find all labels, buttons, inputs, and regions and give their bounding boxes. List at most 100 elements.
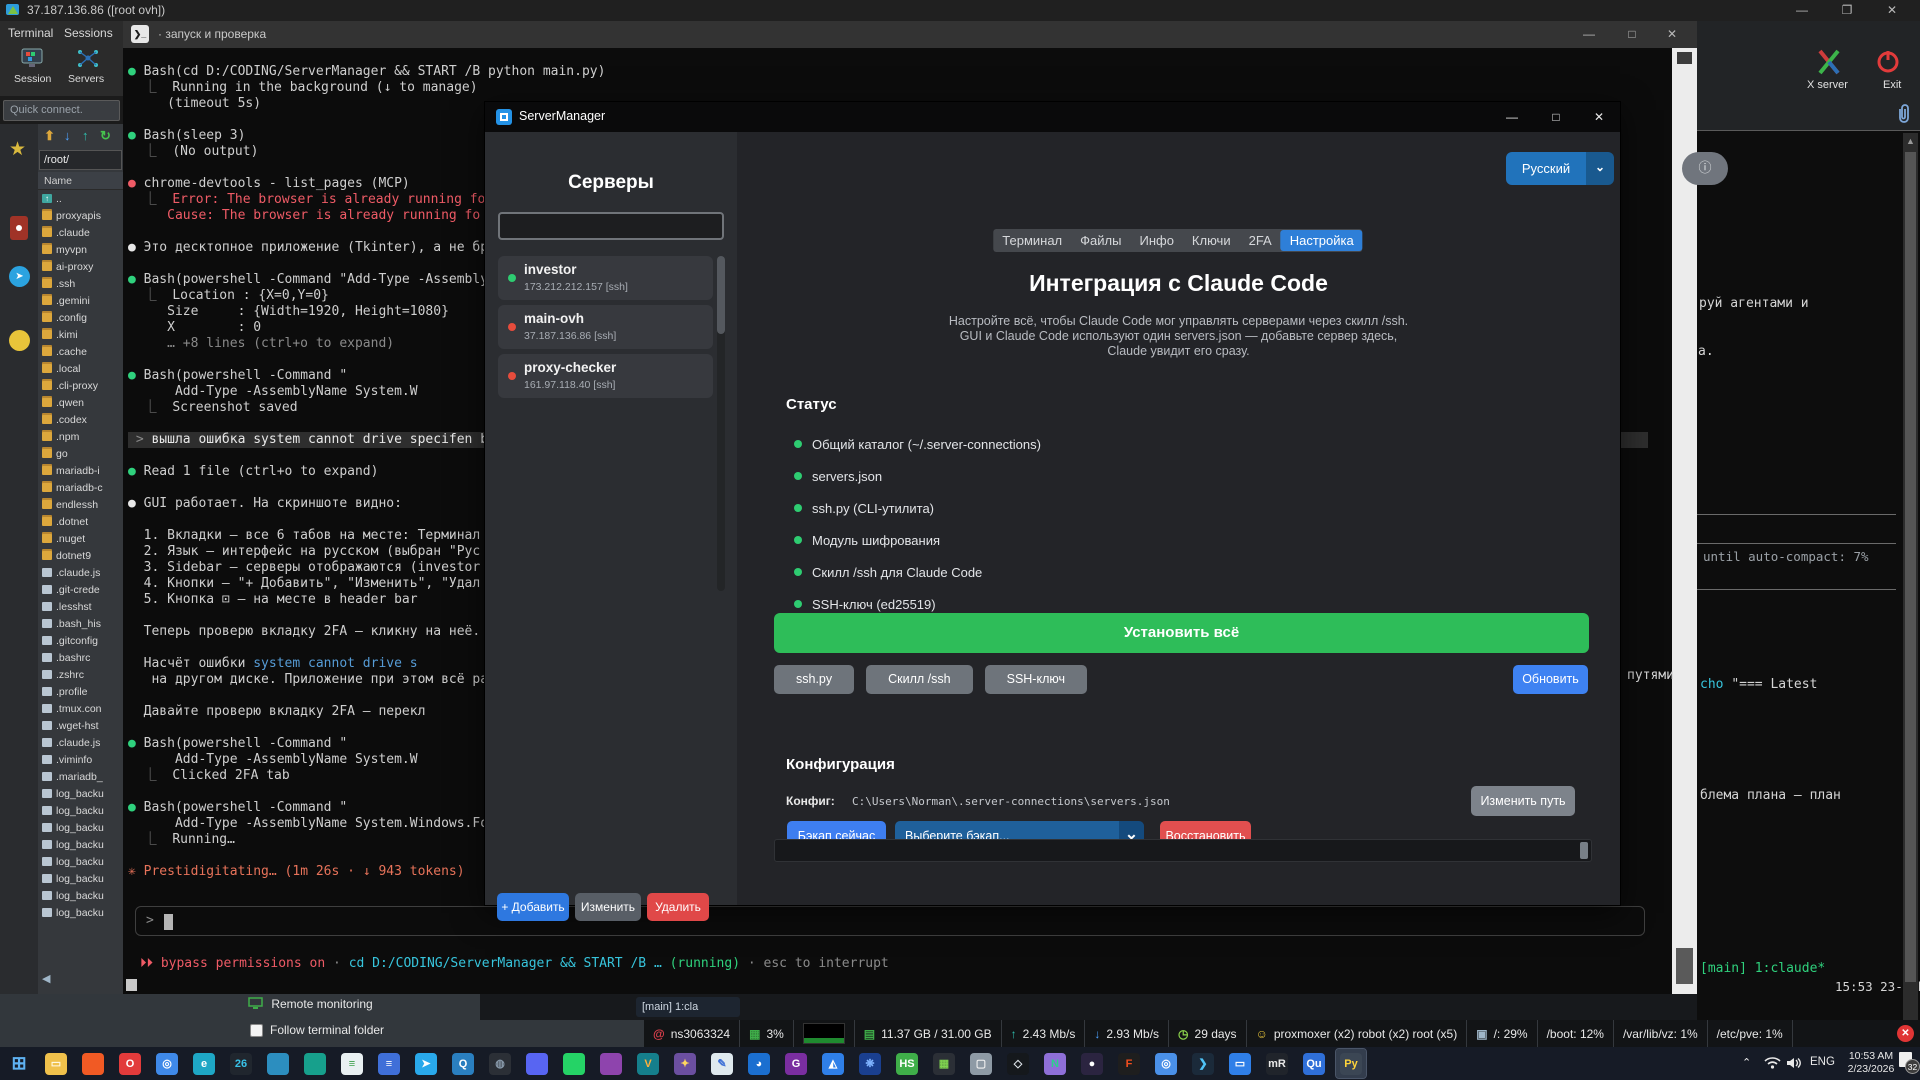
delete-server-button[interactable]: Удалить [647,893,709,921]
taskbar-icon-unity[interactable]: ◇ [1003,1049,1033,1078]
file-row[interactable]: log_backu [38,870,123,887]
taskbar-icon-photos[interactable]: ◭ [818,1049,848,1078]
taskbar-icon-android-studio[interactable] [300,1049,330,1078]
file-row[interactable]: .ssh [38,275,123,292]
speaker-icon[interactable] [1786,1056,1803,1070]
exit-power-icon[interactable] [1875,48,1901,74]
monitor-close-icon[interactable]: ✕ [1897,1025,1914,1042]
x-server-label[interactable]: X server [1807,79,1848,91]
taskbar-icon-telegram[interactable]: ➤ [411,1049,441,1078]
file-row[interactable]: .zshrc [38,666,123,683]
tools-knife-icon[interactable] [10,216,28,240]
favorites-star-icon[interactable]: ★ [9,138,26,161]
file-row[interactable]: .dotnet [38,513,123,530]
taskbar-icon-mremoteng[interactable]: mR [1262,1049,1292,1078]
taskbar-icon-file-explorer[interactable]: ▭ [41,1049,71,1078]
sm-maximize-icon[interactable]: □ [1541,107,1571,127]
taskbar-icon-chromium[interactable]: ◎ [1151,1049,1181,1078]
file-row[interactable]: .claude.js [38,564,123,581]
file-row[interactable]: myvpn [38,241,123,258]
scrollbar-thumb[interactable] [1676,948,1693,984]
file-row[interactable]: .profile [38,683,123,700]
taskbar-icon-brave-browser[interactable] [78,1049,108,1078]
taskbar-icon-figma[interactable]: F [1114,1049,1144,1078]
taskbar-icon-greenshot[interactable]: ▦ [929,1049,959,1078]
component-button-SSH-ключ[interactable]: SSH-ключ [984,665,1087,694]
language-indicator[interactable]: ENG [1810,1056,1835,1068]
file-row[interactable]: log_backu [38,836,123,853]
scroll-up-icon[interactable]: ▲ [1906,136,1915,146]
terminal-input-box[interactable]: > [135,906,1645,936]
close-icon[interactable]: ✕ [1878,0,1906,21]
file-row[interactable]: log_backu [38,785,123,802]
tab-Ключи[interactable]: Ключи [1183,230,1240,251]
quick-connect-input[interactable]: Quick connect. [3,100,120,121]
notification-center-icon[interactable]: 32 [1899,1052,1920,1074]
wifi-icon[interactable] [1764,1056,1781,1070]
minimize-icon[interactable]: — [1788,0,1816,21]
language-select[interactable]: Русский [1506,152,1586,185]
session-icon[interactable] [20,48,44,70]
tray-chevron-icon[interactable]: ⌃ [1742,1056,1751,1069]
file-row[interactable]: .viminfo [38,751,123,768]
taskbar-icon-onenote[interactable]: ≡ [374,1049,404,1078]
file-row[interactable]: .bash_his [38,615,123,632]
file-row[interactable]: .npm [38,428,123,445]
tab-2FA[interactable]: 2FA [1240,230,1281,251]
folder-up-icon[interactable]: ⬆ [44,128,55,144]
taskbar-icon-python-app[interactable]: Py [1335,1048,1367,1079]
log-scrollbar-thumb[interactable] [1580,842,1588,859]
add-server-button[interactable]: + Добавить [497,893,569,921]
file-row[interactable]: log_backu [38,802,123,819]
taskbar-icon-hs-app[interactable]: HS [892,1049,922,1078]
file-row[interactable]: .gemini [38,292,123,309]
install-all-button[interactable]: Установить всё [774,613,1589,653]
file-row[interactable]: proxyapis [38,207,123,224]
edit-server-button[interactable]: Изменить [575,893,641,921]
telegram-icon[interactable]: ➤ [9,266,30,287]
refresh-icon[interactable]: ↻ [100,128,111,144]
file-row[interactable]: .lesshst [38,598,123,615]
file-row[interactable]: .bashrc [38,649,123,666]
file-row[interactable]: .claude [38,224,123,241]
file-row[interactable]: .claude.js [38,734,123,751]
taskbar-icon-deluge[interactable]: ❋ [855,1049,885,1078]
taskbar-icon-discord[interactable] [522,1049,552,1078]
sm-close-icon[interactable]: ✕ [1584,107,1614,127]
tab-Терминал[interactable]: Терминал [993,230,1071,251]
component-button-ssh.py[interactable]: ssh.py [774,665,855,694]
taskbar-icon-photoshop-swirl[interactable]: ◕ [744,1049,774,1078]
remote-monitoring-button[interactable]: Remote monitoring [248,997,373,1011]
sm-minimize-icon[interactable]: — [1497,107,1527,127]
taskbar-icon-opera-browser[interactable]: O [115,1049,145,1078]
menu-terminal[interactable]: Terminal [8,26,53,40]
file-row[interactable]: ↑.. [38,190,123,207]
taskbar-icon-gimp[interactable]: G [781,1049,811,1078]
servers-icon[interactable] [76,48,100,70]
taskbar-icon-paint-tool[interactable] [596,1049,626,1078]
file-row[interactable]: .qwen [38,394,123,411]
taskbar-icon-vscode[interactable] [263,1049,293,1078]
taskbar-icon-v5-editor[interactable]: V [633,1049,663,1078]
taskbar-icon-start-menu[interactable]: ⊞ [4,1049,34,1078]
file-row[interactable]: .git-crede [38,581,123,598]
change-path-button[interactable]: Изменить путь [1471,786,1575,816]
file-row[interactable]: endlessh [38,496,123,513]
file-row[interactable]: ai-proxy [38,258,123,275]
server-list-item[interactable]: investor 173.212.212.157 [ssh] [498,256,713,300]
terminal-maximize-icon[interactable]: □ [1618,24,1646,45]
taskbar-icon-edge-browser[interactable]: e [189,1049,219,1078]
scrollbar-top-thumb[interactable] [1677,52,1692,64]
file-row[interactable]: go [38,445,123,462]
file-row[interactable]: mariadb-c [38,479,123,496]
terminal-minimize-icon[interactable]: — [1575,24,1603,45]
terminal-scrollbar[interactable] [1672,48,1697,994]
upload-icon[interactable]: ↑ [82,128,89,143]
tab-Инфо[interactable]: Инфо [1130,230,1182,251]
collapse-panel-icon[interactable]: ◀ [42,972,50,985]
taskbar-icon-steam[interactable]: ◍ [485,1049,515,1078]
tab-Файлы[interactable]: Файлы [1071,230,1130,251]
checkbox-icon[interactable] [250,1023,263,1037]
exit-label[interactable]: Exit [1883,79,1901,91]
file-row[interactable]: .cache [38,343,123,360]
